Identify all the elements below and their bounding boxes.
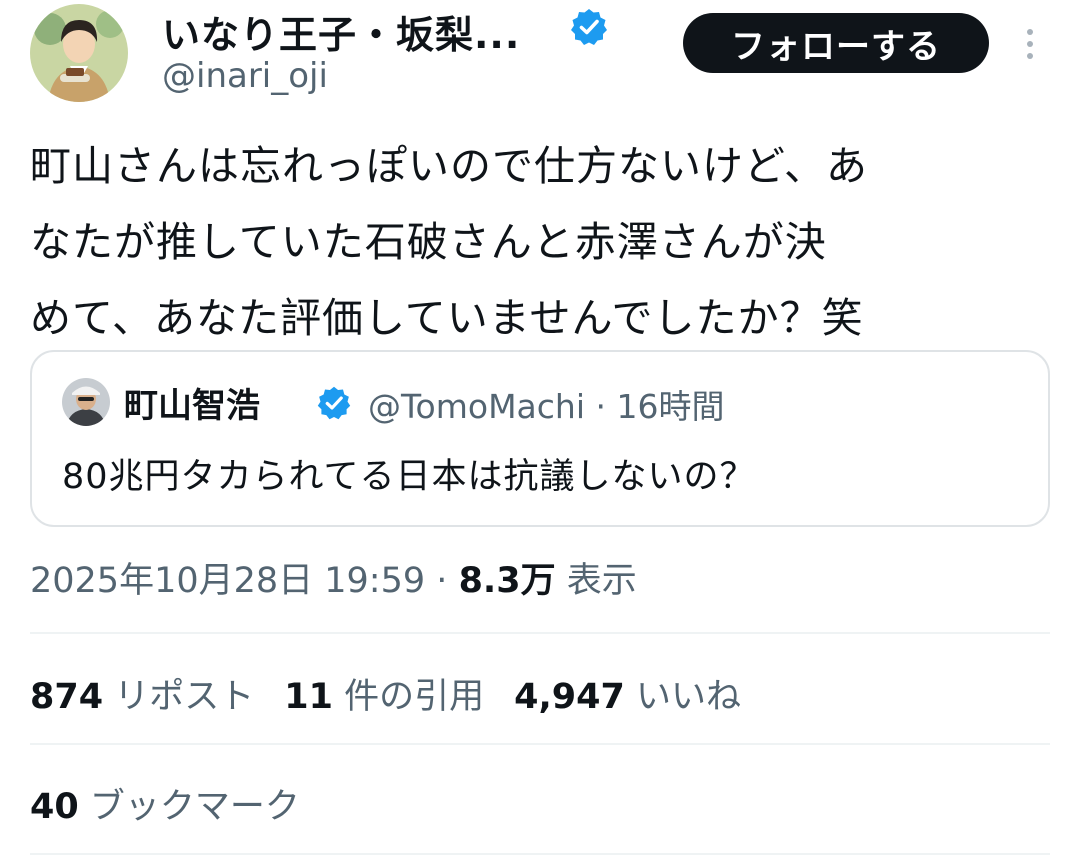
- divider: [30, 853, 1050, 855]
- quotes-label: 件の引用: [344, 677, 485, 717]
- tweet-text-line: めて、あなた評価していませんでしたか？笑: [30, 294, 864, 342]
- follow-button[interactable]: フォローする: [683, 13, 989, 73]
- bookmarks-label: ブックマーク: [89, 787, 300, 827]
- author-avatar[interactable]: [30, 4, 128, 102]
- divider: [30, 743, 1050, 745]
- quoted-tweet-time[interactable]: 16時間: [617, 387, 725, 426]
- likes-count: 4,947: [514, 677, 625, 717]
- views-count: 8.3万: [458, 561, 556, 601]
- quotes-stat[interactable]: 11 件の引用: [284, 677, 484, 717]
- verified-badge-icon: [571, 9, 607, 45]
- reposts-stat[interactable]: 874 リポスト: [30, 677, 254, 717]
- quoted-tweet-meta: @TomoMachi · 16時間: [368, 380, 725, 428]
- divider: [30, 632, 1050, 634]
- dot: [1027, 41, 1033, 47]
- quoted-avatar-photo: [62, 378, 110, 426]
- reposts-label: リポスト: [114, 677, 255, 717]
- dot: [1027, 53, 1033, 59]
- quotes-count: 11: [284, 677, 333, 717]
- tweet-text-line: 町山さんは忘れっぽいので仕方ないけど、あ: [30, 142, 868, 190]
- meta-separator: ·: [436, 561, 448, 601]
- bookmarks-stat[interactable]: 40 ブックマーク: [30, 778, 300, 829]
- reposts-count: 874: [30, 677, 104, 717]
- tweet-meta: 2025年10月28日 19:59 · 8.3万 表示: [30, 552, 637, 603]
- meta-separator: ·: [595, 387, 607, 426]
- quoted-author-name[interactable]: 町山智浩: [124, 378, 260, 427]
- tweet-header: いなり王子・坂梨... @inari_oji フォローする: [0, 0, 1080, 110]
- tweet-text: 町山さんは忘れっぽいので仕方ないけど、あ なたが推していた石破さんと赤澤さんが決…: [30, 128, 1054, 356]
- author-handle[interactable]: @inari_oji: [162, 56, 328, 96]
- tweet-text-line: なたが推していた石破さんと赤澤さんが決: [30, 218, 827, 266]
- quoted-tweet-card[interactable]: 町山智浩 @TomoMachi · 16時間 80兆円タカられてる日本は抗議しな…: [30, 350, 1050, 527]
- quoted-tweet-text: 80兆円タカられてる日本は抗議しないの？: [62, 457, 756, 497]
- tweet-datetime[interactable]: 2025年10月28日 19:59: [30, 561, 425, 601]
- avatar-illustration: [30, 4, 128, 102]
- likes-label: いいね: [635, 677, 741, 717]
- author-display-name[interactable]: いなり王子・坂梨...: [162, 4, 520, 59]
- engagement-stats: 874 リポスト 11 件の引用 4,947 いいね: [30, 668, 741, 719]
- views-label: 表示: [566, 561, 637, 601]
- more-vertical-icon[interactable]: [1012, 22, 1048, 66]
- quoted-author-avatar: [62, 378, 110, 426]
- verified-badge-icon: [317, 386, 351, 420]
- likes-stat[interactable]: 4,947 いいね: [514, 677, 741, 717]
- bookmarks-count: 40: [30, 787, 79, 827]
- quoted-author-handle[interactable]: @TomoMachi: [368, 387, 585, 426]
- dot: [1027, 29, 1033, 35]
